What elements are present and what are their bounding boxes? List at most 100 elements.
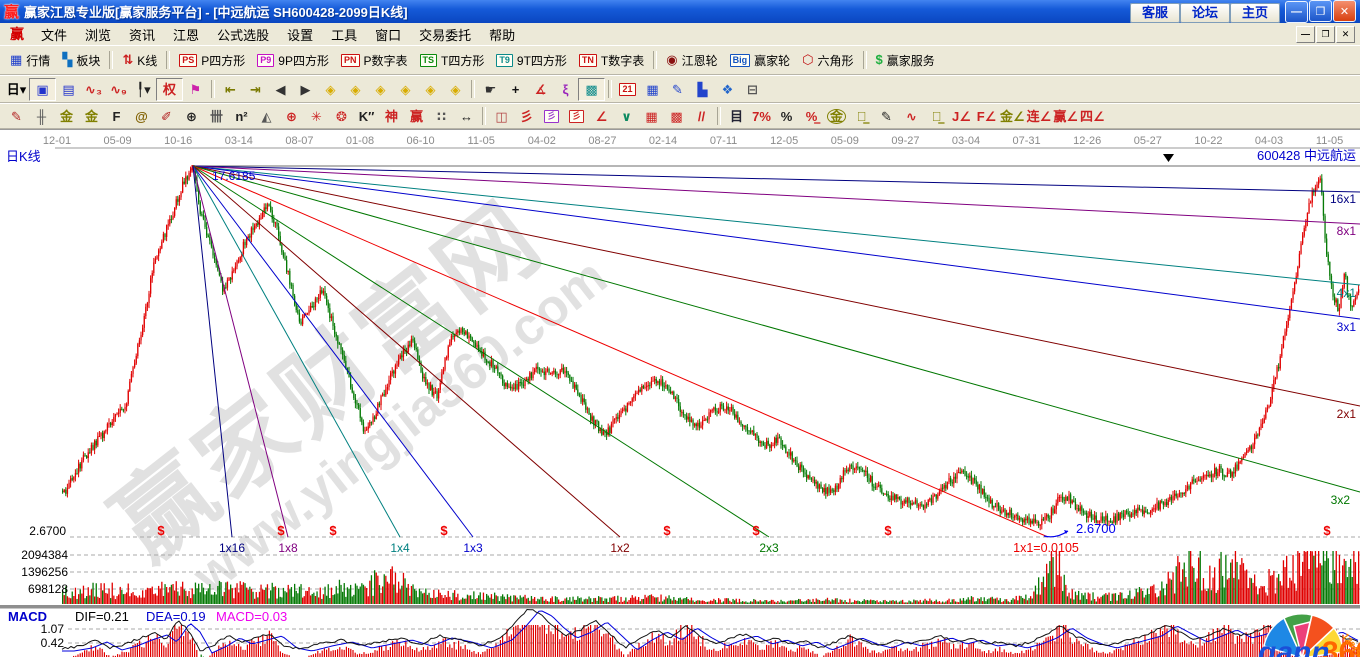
menu-trade[interactable]: 交易委托 (410, 23, 480, 46)
width-ruler-tool[interactable]: ↔ (454, 106, 479, 127)
next-bar-button[interactable]: ▶ (293, 79, 318, 100)
chart-area[interactable]: 赢家财富网www.yingjia360.com12-0105-0910-1603… (0, 129, 1360, 657)
winner-wheel-button[interactable]: Big赢家轮 (724, 51, 797, 70)
wave-tool[interactable]: ∿ (899, 106, 924, 127)
p9-square-button[interactable]: P99P四方形 (251, 51, 335, 70)
shen-tool[interactable]: 神 (379, 106, 404, 127)
red-grid-dense-tool[interactable]: ▩ (664, 106, 689, 127)
mdi-minimize-button[interactable]: — (1296, 26, 1315, 43)
save-button[interactable]: ▙ (690, 79, 715, 100)
home-button[interactable]: 主页 (1230, 3, 1280, 23)
winner-service-button[interactable]: $赢家服务 (870, 51, 941, 70)
quotes-button[interactable]: ▦行情 (4, 51, 56, 70)
menu-gann[interactable]: 江恩 (164, 23, 208, 46)
t-number-table-button[interactable]: TNT数字表 (573, 51, 650, 70)
close-button[interactable]: ✕ (1333, 0, 1356, 22)
golden-grid-tool[interactable]: 金 (79, 106, 104, 127)
menu-file[interactable]: 文件 (32, 23, 76, 46)
gann-line-16x1[interactable] (193, 166, 1360, 192)
golden-section-tool[interactable]: 金 (54, 106, 79, 127)
percent-channel-tool[interactable]: 7% (749, 106, 774, 127)
menu-tools[interactable]: 工具 (322, 23, 366, 46)
goto-first-button[interactable]: ⇤ (218, 79, 243, 100)
customer-service-button[interactable]: 客服 (1130, 3, 1180, 23)
info-list-button[interactable]: ▤ (56, 79, 81, 100)
prev-bar-button[interactable]: ◀ (268, 79, 293, 100)
kline-mark-tool[interactable]: K″ (354, 106, 379, 127)
gold-line2-tool[interactable]: 金͇ (924, 106, 949, 127)
indicator-3-button[interactable]: ∿₃ (81, 79, 106, 100)
indicator-9-button[interactable]: ∿₉ (106, 79, 131, 100)
comb-grid-tool[interactable]: 卌 (204, 106, 229, 127)
angle-measure-button[interactable]: ∡ (528, 79, 553, 100)
spiral-tool[interactable]: @ (129, 106, 154, 127)
lian-angle-tool[interactable]: 连∠ (1026, 106, 1053, 127)
gann-grid-circle-tool[interactable]: ❂ (329, 106, 354, 127)
calculator-button[interactable]: ▦ (640, 79, 665, 100)
fan-box-red-tool[interactable]: 彡 (564, 106, 589, 127)
diamond-shift-left-button[interactable]: ◈ (318, 79, 343, 100)
gold-circle-tool[interactable]: 金 (824, 106, 849, 127)
marker-pencil-tool[interactable]: ✎ (874, 106, 899, 127)
hexagon-button[interactable]: ⬡六角形 (796, 51, 859, 70)
red-grid-tool[interactable]: ▦ (639, 106, 664, 127)
hatch-tool[interactable]: // (689, 106, 714, 127)
menu-news[interactable]: 资讯 (120, 23, 164, 46)
print-button[interactable]: ⊟ (740, 79, 765, 100)
p-number-table-button[interactable]: PNP数字表 (335, 51, 414, 70)
stats-tool[interactable]: 目 (724, 106, 749, 127)
gold-angle-tool[interactable]: 金∠ (999, 106, 1026, 127)
gann-circle-tool[interactable]: ⊕ (279, 106, 304, 127)
mdi-restore-button[interactable]: ❐ (1316, 26, 1335, 43)
n-square-tool[interactable]: n² (229, 106, 254, 127)
panel-splitter[interactable] (0, 605, 1360, 609)
minimize-button[interactable]: — (1285, 1, 1308, 23)
mirror-tool[interactable]: ◭ (254, 106, 279, 127)
period-dropdown[interactable]: 日▾ (4, 79, 29, 100)
menu-formula-stock-pick[interactable]: 公式选股 (208, 23, 278, 46)
crosshair-tool-button[interactable]: + (503, 79, 528, 100)
zoom-window-button[interactable]: ▣ (29, 78, 56, 101)
rays-tool[interactable]: ∠ (589, 106, 614, 127)
fan-box-purple-tool[interactable]: 彡 (539, 106, 564, 127)
restore-button[interactable]: ❐ (1309, 0, 1332, 22)
measure-grid-tool[interactable]: ∷ (429, 106, 454, 127)
menu-browse[interactable]: 浏览 (76, 23, 120, 46)
f-angle-tool[interactable]: F∠ (974, 106, 999, 127)
ying-tool[interactable]: 赢 (404, 106, 429, 127)
grid-ruler-tool[interactable]: ╫ (29, 106, 54, 127)
kline-button[interactable]: ⇅K线 (116, 51, 163, 70)
compass-tool[interactable]: ⊕ (179, 106, 204, 127)
p-square-button[interactable]: PSP四方形 (173, 51, 251, 70)
percent-line-tool[interactable]: %͇ (799, 106, 824, 127)
t9-square-button[interactable]: T99T四方形 (490, 51, 573, 70)
diamond-shift-right-button[interactable]: ◈ (343, 79, 368, 100)
notebook-button[interactable]: ✎ (665, 79, 690, 100)
pin-dropdown[interactable]: ╿▾ (131, 79, 156, 100)
angle-pencil-tool[interactable]: ✐ (154, 106, 179, 127)
goto-last-button[interactable]: ⇥ (243, 79, 268, 100)
fibonacci-tool[interactable]: F (104, 106, 129, 127)
menu-help[interactable]: 帮助 (480, 23, 524, 46)
ying-angle-tool[interactable]: 赢∠ (1052, 106, 1079, 127)
diamond-expand-v-button[interactable]: ◈ (443, 79, 468, 100)
flag-chart-button[interactable]: ⚑ (183, 79, 208, 100)
menu-window[interactable]: 窗口 (366, 23, 410, 46)
frame-tool[interactable]: ◫ (489, 106, 514, 127)
diamond-compress-h-button[interactable]: ◈ (393, 79, 418, 100)
check-lines-tool[interactable]: ∨ (614, 106, 639, 127)
gann-shape-button[interactable]: ξ (553, 79, 578, 100)
si-angle-tool[interactable]: 四∠ (1079, 106, 1106, 127)
t-square-button[interactable]: TST四方形 (414, 51, 491, 70)
gann-flower-tool[interactable]: ✳ (304, 106, 329, 127)
j-angle-tool[interactable]: J∠ (949, 106, 974, 127)
gold-line-tool[interactable]: 金͇ (849, 106, 874, 127)
kline-chart[interactable]: 赢家财富网www.yingjia360.com12-0105-0910-1603… (0, 130, 1360, 657)
mdi-close-button[interactable]: ✕ (1336, 26, 1355, 43)
menu-settings[interactable]: 设置 (278, 23, 322, 46)
pattern-box-button[interactable]: ▩ (578, 78, 605, 101)
gann-line-4x1[interactable] (193, 166, 1360, 285)
weight-restore-button[interactable]: 权 (156, 78, 183, 101)
sectors-button[interactable]: ▚板块 (56, 51, 106, 70)
forum-button[interactable]: 论坛 (1180, 3, 1230, 23)
